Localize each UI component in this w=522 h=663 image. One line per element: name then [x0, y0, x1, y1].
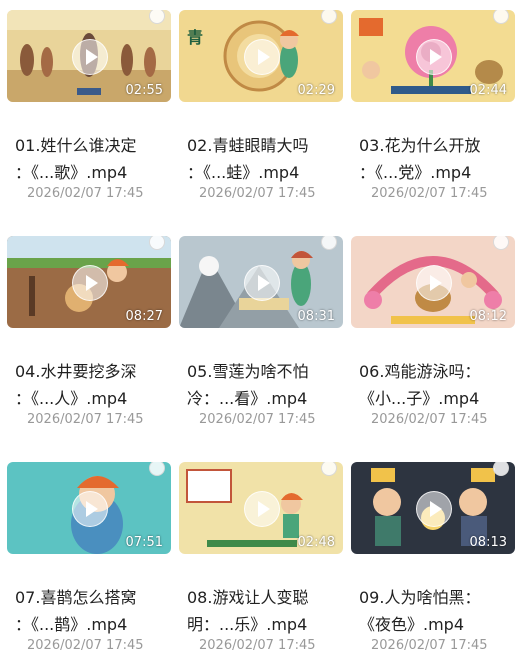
video-duration: 02:48 [297, 535, 335, 550]
video-thumbnail[interactable]: 02:48 [179, 462, 343, 554]
video-thumbnail[interactable]: 02:55 [7, 10, 171, 102]
video-thumbnail[interactable]: 08:12 [351, 236, 515, 328]
video-date: 2026/02/07 17:45 [371, 638, 488, 653]
video-duration: 08:27 [125, 309, 163, 324]
play-icon[interactable] [72, 265, 108, 301]
video-grid: 02:55 01.姓什么谁决定 ：《...歌》.mp4 2026/02/07 1… [0, 0, 522, 663]
play-icon[interactable] [72, 491, 108, 527]
play-icon[interactable] [416, 265, 452, 301]
play-icon[interactable] [244, 265, 280, 301]
video-title[interactable]: 03.花为什么开放 ：《...党》.mp4 [359, 132, 522, 186]
video-date: 2026/02/07 17:45 [199, 412, 316, 427]
video-date: 2026/02/07 17:45 [199, 186, 316, 201]
video-date: 2026/02/07 17:45 [371, 186, 488, 201]
video-duration: 07:51 [125, 535, 163, 550]
video-title[interactable]: 08.游戏让人变聪 明：...乐》.mp4 [187, 584, 351, 638]
play-icon[interactable] [72, 39, 108, 75]
video-title[interactable]: 09.人为啥怕黑： 《夜色》.mp4 [359, 584, 522, 638]
video-date: 2026/02/07 17:45 [27, 638, 144, 653]
video-duration: 02:44 [469, 83, 507, 98]
video-duration: 08:13 [469, 535, 507, 550]
play-icon[interactable] [416, 491, 452, 527]
video-thumbnail[interactable]: 02:44 [351, 10, 515, 102]
play-icon[interactable] [416, 39, 452, 75]
play-icon[interactable] [244, 491, 280, 527]
video-duration: 02:55 [125, 83, 163, 98]
video-title[interactable]: 01.姓什么谁决定 ：《...歌》.mp4 [15, 132, 179, 186]
video-title[interactable]: 02.青蛙眼睛大吗 ：《...蛙》.mp4 [187, 132, 351, 186]
video-date: 2026/02/07 17:45 [27, 412, 144, 427]
video-duration: 02:29 [297, 83, 335, 98]
video-duration: 08:31 [297, 309, 335, 324]
video-duration: 08:12 [469, 309, 507, 324]
video-date: 2026/02/07 17:45 [371, 412, 488, 427]
video-thumbnail[interactable]: 07:51 [7, 462, 171, 554]
video-date: 2026/02/07 17:45 [27, 186, 144, 201]
video-thumbnail[interactable]: 青 02:29 [179, 10, 343, 102]
video-title[interactable]: 04.水井要挖多深 ：《...人》.mp4 [15, 358, 179, 412]
video-thumbnail[interactable]: 08:13 [351, 462, 515, 554]
video-title[interactable]: 05.雪莲为啥不怕 冷：...看》.mp4 [187, 358, 351, 412]
video-title[interactable]: 06.鸡能游泳吗： 《小...子》.mp4 [359, 358, 522, 412]
video-thumbnail[interactable]: 08:27 [7, 236, 171, 328]
video-date: 2026/02/07 17:45 [199, 638, 316, 653]
video-thumbnail[interactable]: 08:31 [179, 236, 343, 328]
play-icon[interactable] [244, 39, 280, 75]
video-title[interactable]: 07.喜鹊怎么搭窝 ：《...鹊》.mp4 [15, 584, 179, 638]
thumbnail-caption: 青 [187, 28, 204, 47]
